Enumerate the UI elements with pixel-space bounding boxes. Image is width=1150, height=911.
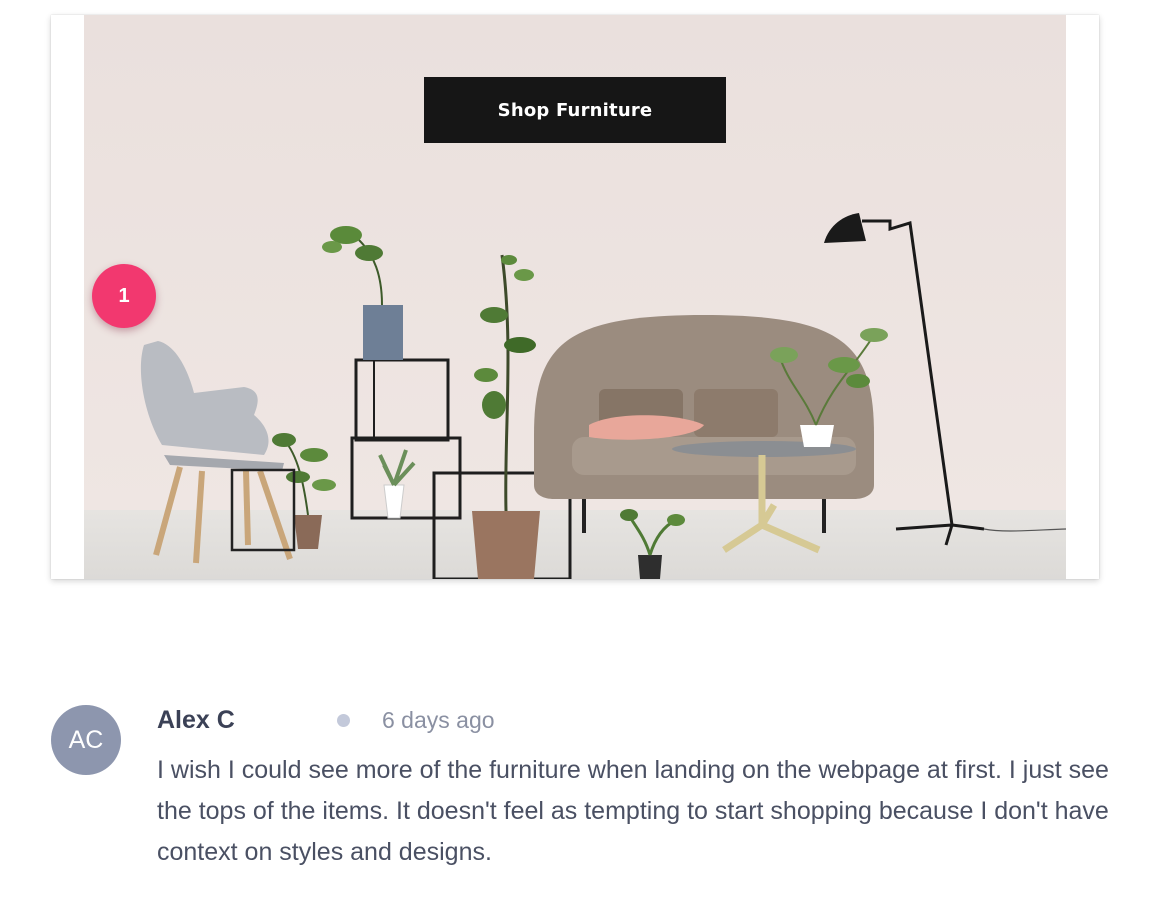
hero-image: Shop Furniture bbox=[84, 15, 1066, 579]
comment-body: I wish I could see more of the furniture… bbox=[157, 756, 1109, 866]
comment-header: Alex C 6 days ago bbox=[157, 702, 495, 738]
annotation-marker[interactable]: 1 bbox=[92, 264, 156, 328]
page: Shop Furniture 1 AC Alex C 6 days ago I … bbox=[0, 0, 1150, 911]
shop-furniture-button[interactable]: Shop Furniture bbox=[424, 77, 726, 143]
separator-dot bbox=[337, 713, 350, 727]
comment-author: Alex C bbox=[157, 705, 235, 734]
avatar: AC bbox=[51, 705, 121, 775]
comment-timestamp: 6 days ago bbox=[382, 706, 495, 733]
website-screenshot: Shop Furniture bbox=[51, 15, 1099, 579]
